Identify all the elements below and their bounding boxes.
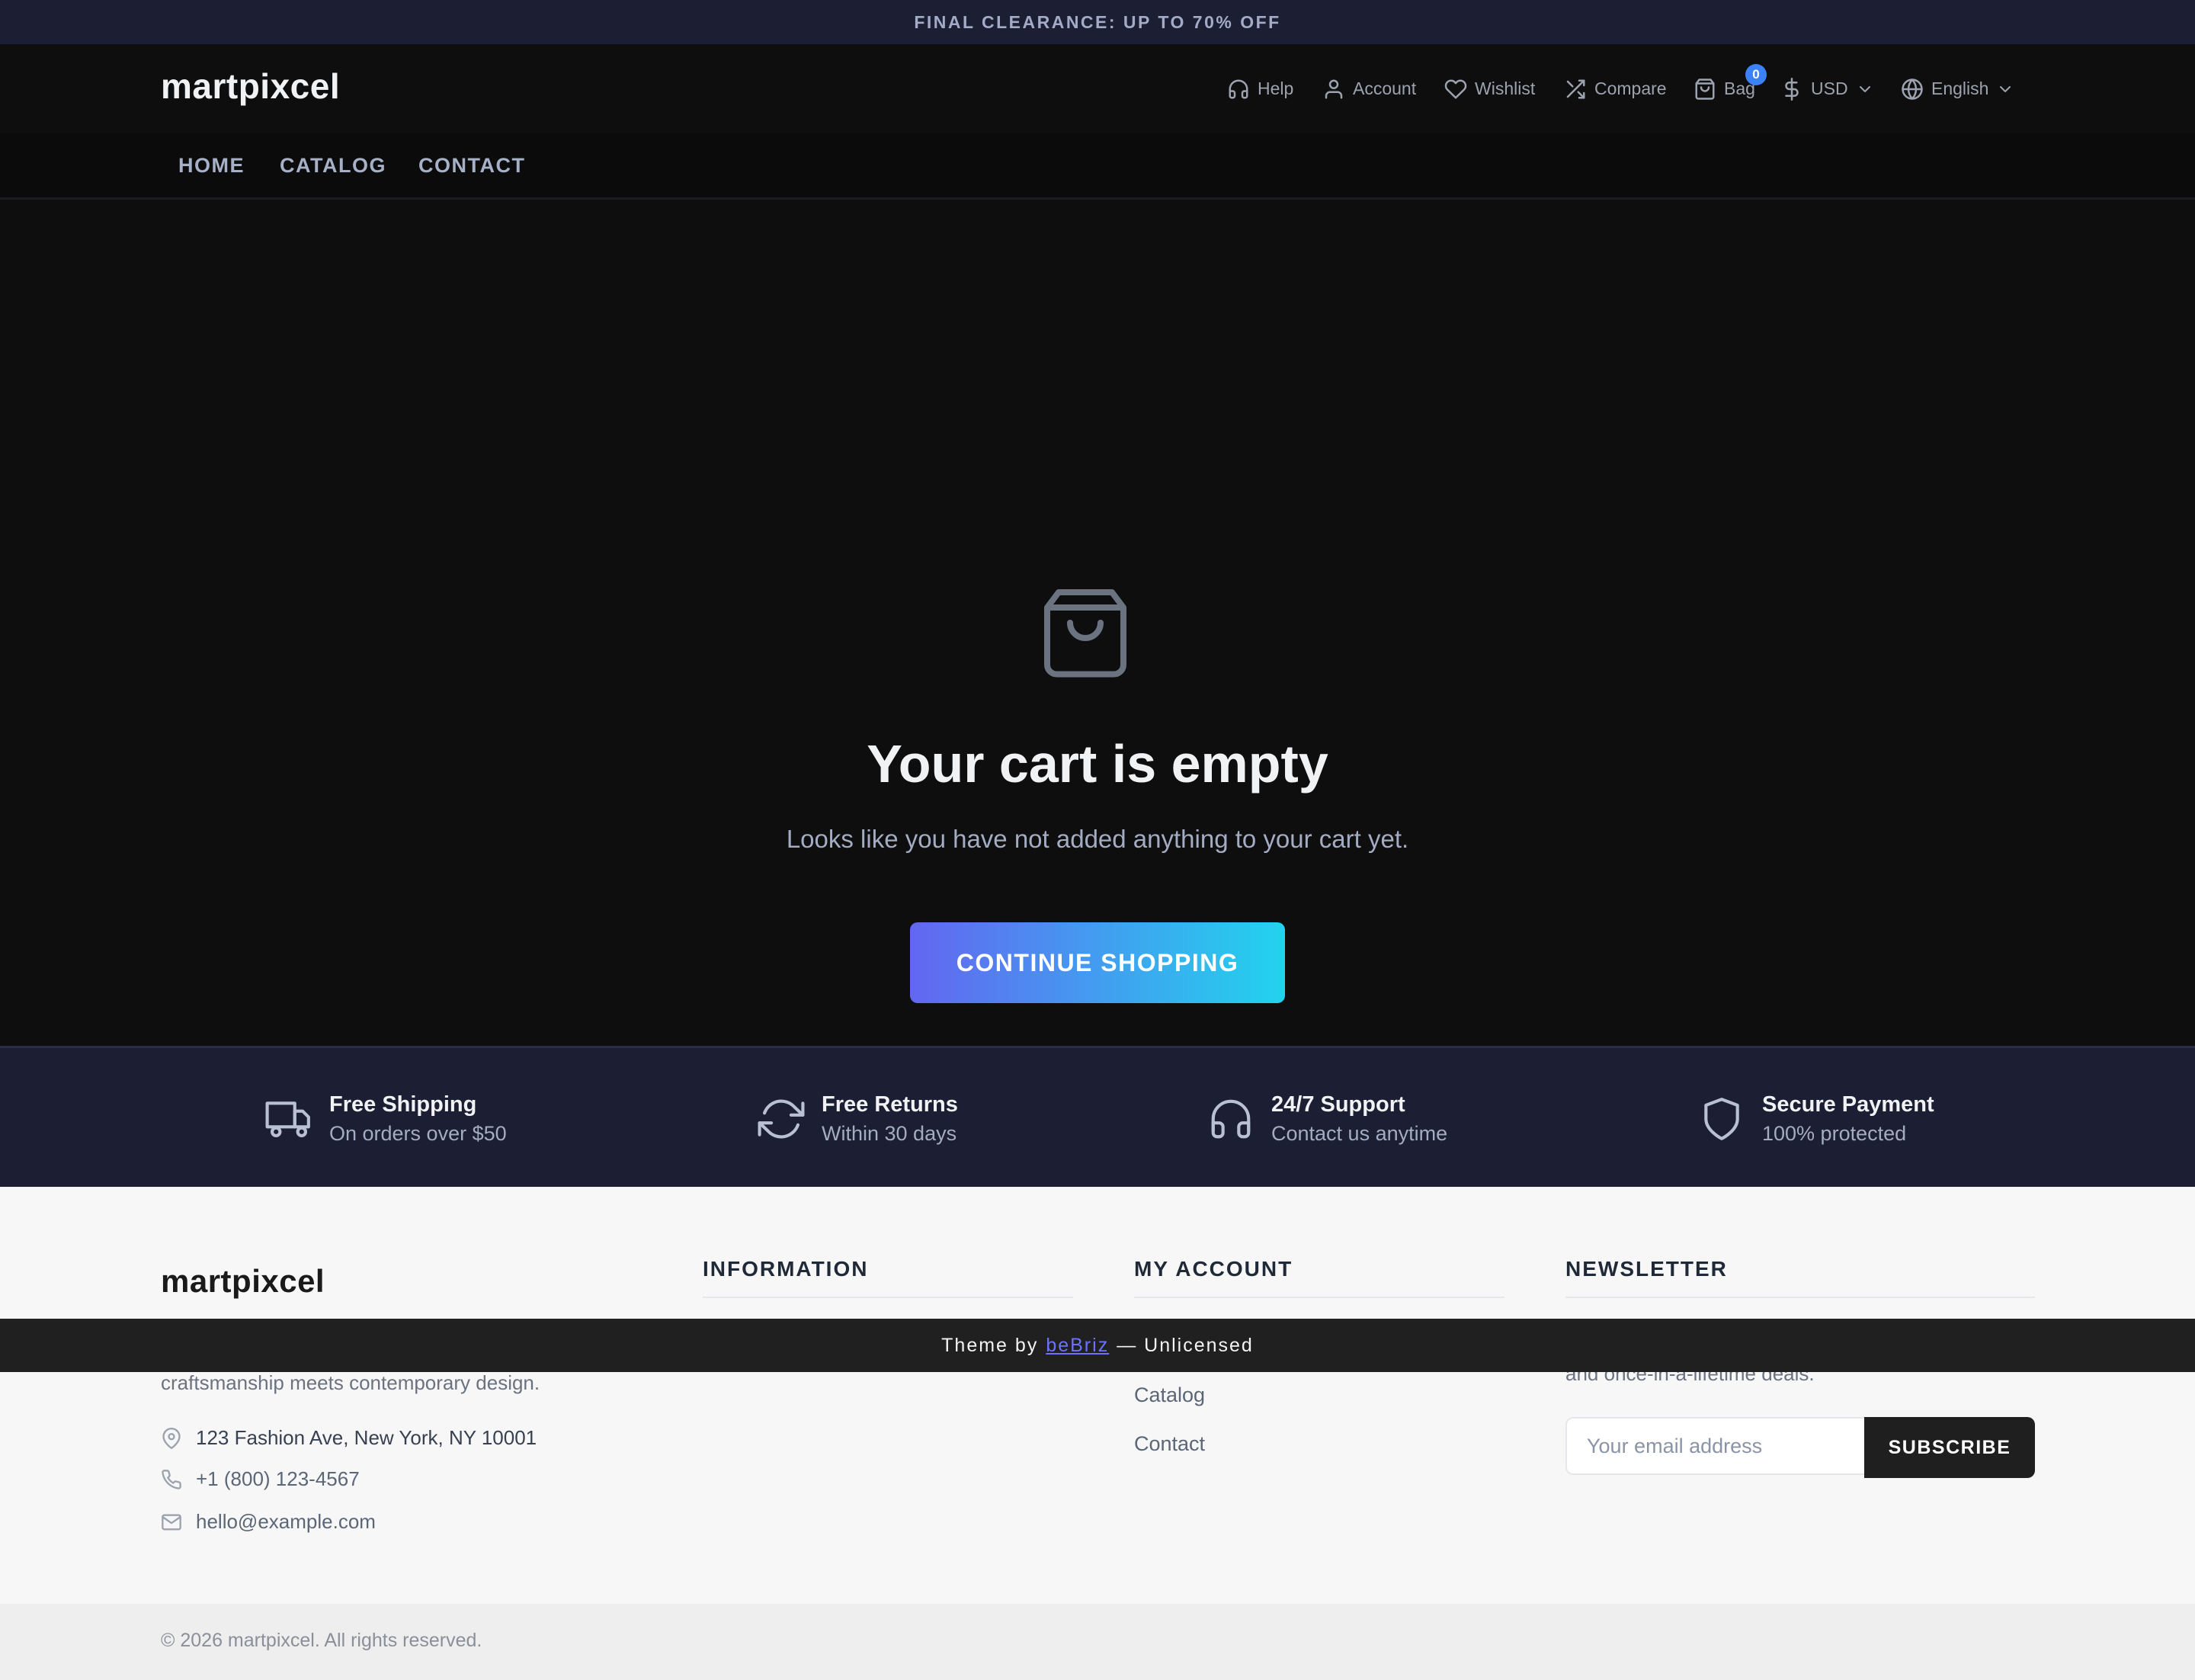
globe-icon [1902, 78, 1923, 100]
truck-icon [265, 1101, 310, 1137]
account-label: Account [1353, 79, 1417, 98]
copyright-text: © 2026 martpixcel. All rights reserved. [161, 1630, 482, 1651]
address-text: 123 Fashion Ave, New York, NY 10001 [196, 1426, 537, 1449]
compare-link[interactable]: Compare [1564, 44, 1667, 133]
currency-selector[interactable]: USD [1780, 44, 1874, 133]
features-strip: Free Shipping On orders over $50 Free Re… [0, 1046, 2195, 1189]
bag-count-badge: 0 [1745, 64, 1767, 85]
email-text: hello@example.com [196, 1510, 376, 1533]
dollar-icon [1785, 77, 1799, 101]
bag-link[interactable]: Bag [1694, 44, 1755, 133]
announcement-text: FINAL CLEARANCE: UP TO 70% OFF [914, 11, 1281, 32]
newsletter-heading: NEWSLETTER [1565, 1257, 2035, 1298]
nav-catalog[interactable]: CATALOG [280, 133, 386, 197]
feature-support: 24/7 Support Contact us anytime [1207, 1048, 1447, 1189]
feature-subtitle: Within 30 days [822, 1121, 957, 1145]
map-pin-icon [162, 1427, 181, 1449]
feature-subtitle: On orders over $50 [329, 1121, 507, 1145]
headphones-icon [1229, 79, 1248, 98]
feature-subtitle: Contact us anytime [1271, 1121, 1448, 1145]
continue-shopping-button[interactable]: CONTINUE SHOPPING [910, 922, 1285, 1003]
feature-subtitle: 100% protected [1762, 1121, 1907, 1145]
user-icon [1325, 79, 1343, 98]
footer-logo[interactable]: martpixcel [161, 1263, 325, 1300]
wishlist-label: Wishlist [1475, 79, 1536, 98]
feature-title: Free Shipping [329, 1092, 477, 1117]
feature-secure-payment: Secure Payment 100% protected [1698, 1048, 1934, 1189]
my-account-heading: MY ACCOUNT [1134, 1257, 1504, 1298]
feature-title: Secure Payment [1762, 1092, 1934, 1117]
footer-description: craftsmanship meets contemporary design. [161, 1371, 540, 1394]
information-heading: INFORMATION [703, 1257, 1073, 1298]
footer-address: 123 Fashion Ave, New York, NY 10001 [161, 1426, 537, 1450]
main-navigation: HOME CATALOG CONTACT [0, 133, 2195, 200]
newsletter-email-input[interactable] [1565, 1417, 1864, 1475]
shield-icon [1704, 1097, 1739, 1140]
theme-credit-bar: Theme by beBriz — Unlicensed [0, 1319, 2195, 1372]
compare-label: Compare [1594, 79, 1667, 98]
mail-icon [162, 1514, 181, 1530]
site-header: martpixcel Help Account Wishlist Compare… [0, 44, 2195, 134]
footer-phone[interactable]: +1 (800) 123-4567 [161, 1467, 360, 1491]
help-link[interactable]: Help [1227, 44, 1293, 133]
nav-contact[interactable]: CONTACT [418, 133, 525, 197]
footer-link-catalog[interactable]: Catalog [1134, 1383, 1205, 1407]
theme-credit-suffix: — Unlicensed [1117, 1334, 1254, 1356]
theme-credit-prefix: Theme by [941, 1334, 1039, 1356]
phone-text: +1 (800) 123-4567 [196, 1467, 360, 1490]
account-link[interactable]: Account [1322, 44, 1416, 133]
chevron-down-icon [2000, 85, 2011, 92]
phone-icon [162, 1469, 181, 1489]
shopping-bag-icon [1695, 78, 1715, 100]
wishlist-link[interactable]: Wishlist [1444, 44, 1535, 133]
feature-title: Free Returns [822, 1092, 958, 1117]
feature-free-returns: Free Returns Within 30 days [758, 1048, 958, 1189]
chevron-down-icon [1859, 85, 1870, 92]
feature-free-shipping: Free Shipping On orders over $50 [265, 1048, 507, 1189]
subscribe-button[interactable]: SUBSCRIBE [1864, 1417, 2035, 1478]
empty-cart-section: Your cart is empty Looks like you have n… [0, 200, 2195, 1046]
site-logo[interactable]: martpixcel [161, 66, 340, 107]
heart-icon [1444, 79, 1467, 98]
copyright-bar: © 2026 martpixcel. All rights reserved. [0, 1604, 2195, 1680]
help-label: Help [1258, 79, 1294, 98]
feature-title: 24/7 Support [1271, 1092, 1405, 1117]
shuffle-icon [1566, 79, 1585, 98]
headphones-icon [1211, 1099, 1251, 1138]
footer-link-contact[interactable]: Contact [1134, 1432, 1205, 1456]
language-selector[interactable]: English [1901, 44, 2014, 133]
shopping-bag-icon [1044, 589, 1126, 678]
announcement-bar: FINAL CLEARANCE: UP TO 70% OFF [0, 0, 2195, 45]
nav-home[interactable]: HOME [178, 133, 245, 197]
theme-credit-link[interactable]: beBriz [1046, 1335, 1109, 1357]
site-footer: martpixcel craftsmanship meets contempor… [0, 1187, 2195, 1604]
currency-label: USD [1811, 79, 1848, 98]
empty-cart-subtitle: Looks like you have not added anything t… [786, 825, 1409, 853]
empty-cart-title: Your cart is empty [867, 734, 1328, 794]
footer-email[interactable]: hello@example.com [161, 1510, 376, 1534]
refresh-icon [758, 1099, 805, 1138]
language-label: English [1931, 79, 1989, 98]
